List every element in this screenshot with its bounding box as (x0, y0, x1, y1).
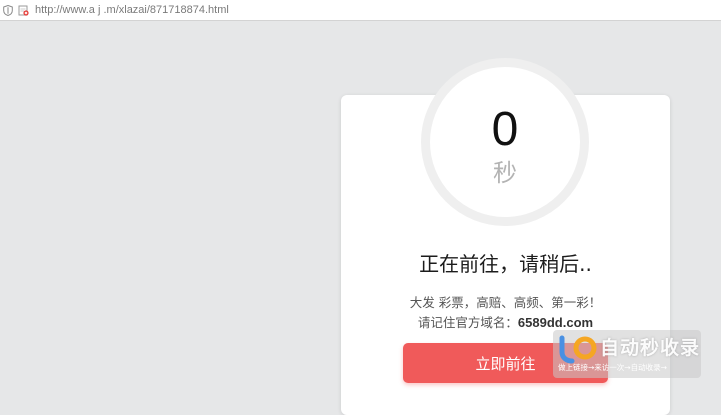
broken-page-icon (18, 5, 29, 16)
url-text[interactable]: http://www.a j .m/xlazai/871718874.html (35, 4, 229, 16)
redirect-heading: 正在前往，请稍后.. (419, 252, 592, 276)
countdown-unit: 秒 (493, 159, 517, 187)
watermark-logo-icon (559, 335, 597, 364)
official-domain: 6589dd.com (517, 315, 594, 330)
countdown-number: 0 (491, 103, 519, 156)
watermark-title: 自动秒收录 (600, 337, 701, 359)
watermark-subtitle: 做上链接→来访一次→自动收录→ (558, 363, 667, 372)
promo-text: 大发 彩票，高赔、高频、第一彩！ (409, 295, 602, 310)
shield-icon (3, 4, 13, 16)
domain-reminder-label: 请记住官方域名： (417, 315, 518, 330)
address-bar[interactable]: http://www.a j .m/xlazai/871718874.html (0, 0, 721, 21)
